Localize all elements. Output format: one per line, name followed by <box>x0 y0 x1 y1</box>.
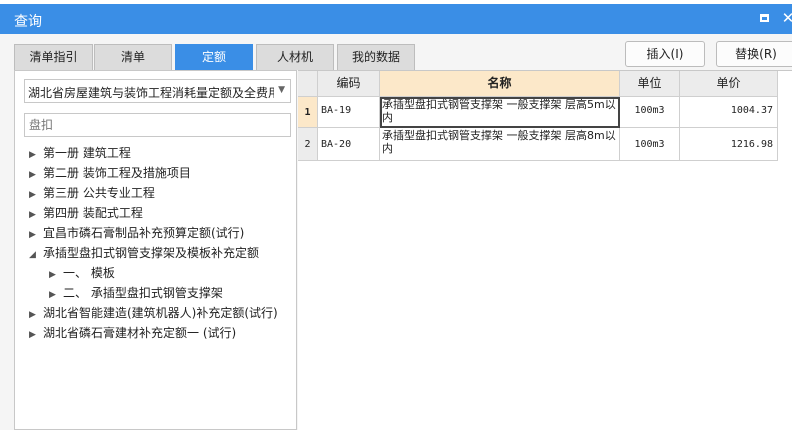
library-select-value: 湖北省房屋建筑与装饰工程消耗量定额及全费用基价表 <box>28 86 274 100</box>
tree-item-support-frame[interactable]: ▶ 二、 承插型盘扣式钢管支撑架 <box>49 283 223 303</box>
caret-right-icon: ▶ <box>29 310 36 320</box>
tab-quota[interactable]: 定额 <box>175 44 253 70</box>
caret-right-icon: ▶ <box>49 290 56 300</box>
insert-button[interactable]: 插入(I) <box>625 41 705 67</box>
tree-item-scaffold-supplement[interactable]: ◢ 承插型盘扣式钢管支撑架及模板补充定额 <box>29 243 259 263</box>
row-unit[interactable]: 100m3 <box>620 128 680 161</box>
search-input[interactable] <box>25 114 290 136</box>
caret-right-icon: ▶ <box>29 230 36 240</box>
tree-item-gypsum-supplement[interactable]: ▶ 湖北省磷石膏建材补充定额一 (试行) <box>29 323 236 343</box>
row-name[interactable]: 承插型盘扣式钢管支撑架 一般支撑架 层高8m以内 <box>380 128 620 161</box>
tab-bill-guide[interactable]: 清单指引 <box>14 44 93 70</box>
row-price[interactable]: 1004.37 <box>680 97 778 128</box>
row-name[interactable]: 承插型盘扣式钢管支撑架 一般支撑架 层高5m以内 <box>380 97 620 128</box>
row-price[interactable]: 1216.98 <box>680 128 778 161</box>
tab-labor-material-machine[interactable]: 人材机 <box>256 44 334 70</box>
search-box[interactable] <box>24 113 291 137</box>
grid-corner <box>298 71 318 97</box>
caret-right-icon: ▶ <box>29 190 36 200</box>
tree-item-yichang-supplement[interactable]: ▶ 宜昌市磷石膏制品补充预算定额(试行) <box>29 223 244 243</box>
row-code[interactable]: BA-20 <box>318 128 380 161</box>
column-header-code[interactable]: 编码 <box>318 71 380 97</box>
tab-my-data[interactable]: 我的数据 <box>337 44 415 70</box>
quota-library-panel: 湖北省房屋建筑与装饰工程消耗量定额及全费用基价表 ▼ ▶第一册 建筑工程 ▶第二… <box>14 70 297 430</box>
caret-right-icon: ▶ <box>29 210 36 220</box>
chevron-down-icon: ▼ <box>278 85 285 95</box>
column-header-name[interactable]: 名称 <box>380 71 620 97</box>
tree-item-volume-3[interactable]: ▶ 第三册 公共专业工程 <box>29 183 155 203</box>
column-header-price[interactable]: 单价 <box>680 71 778 97</box>
tree-item-volume-4[interactable]: ▶ 第四册 装配式工程 <box>29 203 143 223</box>
caret-right-icon: ▶ <box>29 150 36 160</box>
caret-right-icon: ▶ <box>29 170 36 180</box>
tree-item-volume-1[interactable]: ▶ 第一册 建筑工程 <box>29 143 131 163</box>
column-header-unit[interactable]: 单位 <box>620 71 680 97</box>
row-number[interactable]: 2 <box>298 128 318 161</box>
tab-bill[interactable]: 清单 <box>94 44 172 70</box>
window-titlebar: 查询 ✕ <box>0 4 792 34</box>
row-unit[interactable]: 100m3 <box>620 97 680 128</box>
row-number[interactable]: 1 <box>298 97 318 128</box>
window-title: 查询 <box>14 14 42 30</box>
tree-item-smart-construction[interactable]: ▶ 湖北省智能建造(建筑机器人)补充定额(试行) <box>29 303 278 323</box>
tree-item-volume-2[interactable]: ▶ 第二册 装饰工程及措施项目 <box>29 163 191 183</box>
caret-right-icon: ▶ <box>49 270 56 280</box>
caret-down-icon: ◢ <box>29 250 36 260</box>
caret-right-icon: ▶ <box>29 330 36 340</box>
quota-grid: 编码 名称 单位 单价 1 BA-19 承插型盘扣式钢管支撑架 一般支撑架 层高… <box>298 70 792 430</box>
maximize-button[interactable] <box>756 10 772 26</box>
row-code[interactable]: BA-19 <box>318 97 380 128</box>
maximize-icon <box>759 14 769 22</box>
tree-item-formwork[interactable]: ▶ 一、 模板 <box>49 263 115 283</box>
library-select[interactable]: 湖北省房屋建筑与装饰工程消耗量定额及全费用基价表 ▼ <box>24 79 291 103</box>
replace-button[interactable]: 替换(R) <box>716 41 792 67</box>
close-button[interactable]: ✕ <box>780 10 792 26</box>
